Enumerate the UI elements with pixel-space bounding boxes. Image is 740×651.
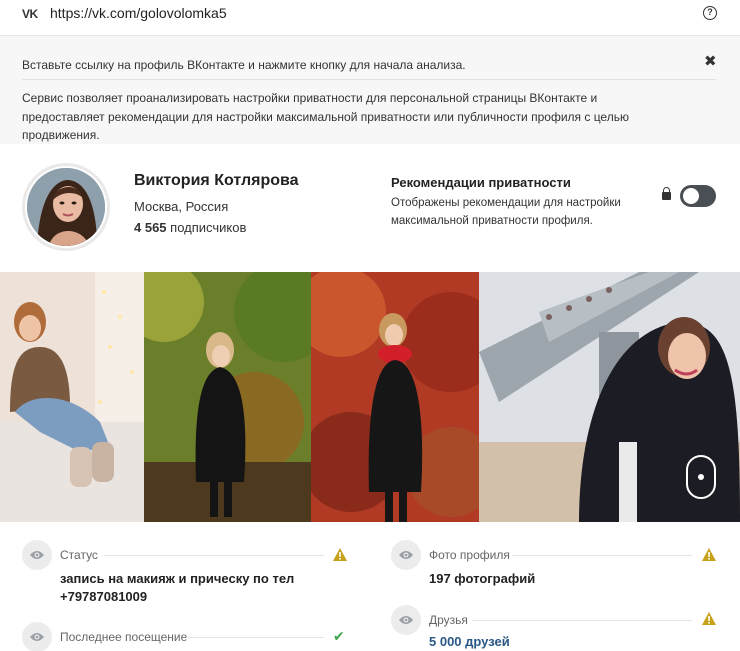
photo-gallery	[0, 272, 740, 522]
friends-value[interactable]: 5 000 друзей	[429, 633, 510, 651]
avatar[interactable]	[27, 168, 105, 246]
divider	[512, 555, 692, 556]
gallery-scroll-control[interactable]	[686, 455, 716, 499]
eye-icon	[391, 605, 421, 635]
vk-logo-icon: VK	[22, 7, 38, 21]
scroll-dot	[698, 474, 704, 480]
subscribers-label: подписчиков	[170, 220, 247, 235]
lock-icon	[662, 187, 671, 200]
toggle-knob	[683, 188, 699, 204]
warning-icon	[702, 612, 716, 625]
last-visit-label: Последнее посещение	[60, 630, 188, 644]
url-bar: VK https://vk.com/golovolomka5 ?	[0, 0, 740, 36]
divider	[472, 620, 692, 621]
gallery-photo-2[interactable]	[144, 272, 311, 522]
profile-name: Виктория Котлярова	[134, 172, 299, 189]
help-icon[interactable]: ?	[703, 6, 717, 20]
close-icon[interactable]: ✖	[704, 52, 717, 70]
info-hint: Вставьте ссылку на профиль ВКонтакте и н…	[22, 58, 466, 72]
profile-subscribers: 4 565 подписчиков	[134, 220, 246, 235]
info-panel: Вставьте ссылку на профиль ВКонтакте и н…	[0, 36, 740, 144]
profile-url-input[interactable]: https://vk.com/golovolomka5	[50, 5, 227, 21]
divider	[104, 555, 324, 556]
eye-icon	[22, 622, 52, 651]
status-label: Статус	[60, 548, 98, 562]
warning-icon	[702, 548, 716, 561]
divider	[186, 637, 324, 638]
gallery-photo-1[interactable]	[0, 272, 144, 522]
status-value: запись на макияж и прическу по тел +7978…	[60, 571, 295, 604]
photos-value: 197 фотографий	[429, 571, 536, 586]
warning-icon	[333, 548, 347, 561]
subscribers-count: 4 565	[134, 220, 167, 235]
recommendations-title: Рекомендации приватности	[391, 175, 571, 190]
check-icon: ✔	[333, 628, 345, 644]
friends-label: Друзья	[429, 613, 468, 627]
profile-city: Москва, Россия	[134, 199, 229, 214]
divider	[22, 79, 716, 80]
gallery-photo-3[interactable]	[311, 272, 479, 522]
recommendations-description: Отображены рекомендации для настройки ма…	[391, 197, 621, 227]
photos-label: Фото профиля	[429, 548, 510, 562]
privacy-toggle[interactable]	[680, 185, 716, 207]
eye-icon	[391, 540, 421, 570]
eye-icon	[22, 540, 52, 570]
info-description: Сервис позволяет проанализировать настро…	[22, 91, 629, 142]
